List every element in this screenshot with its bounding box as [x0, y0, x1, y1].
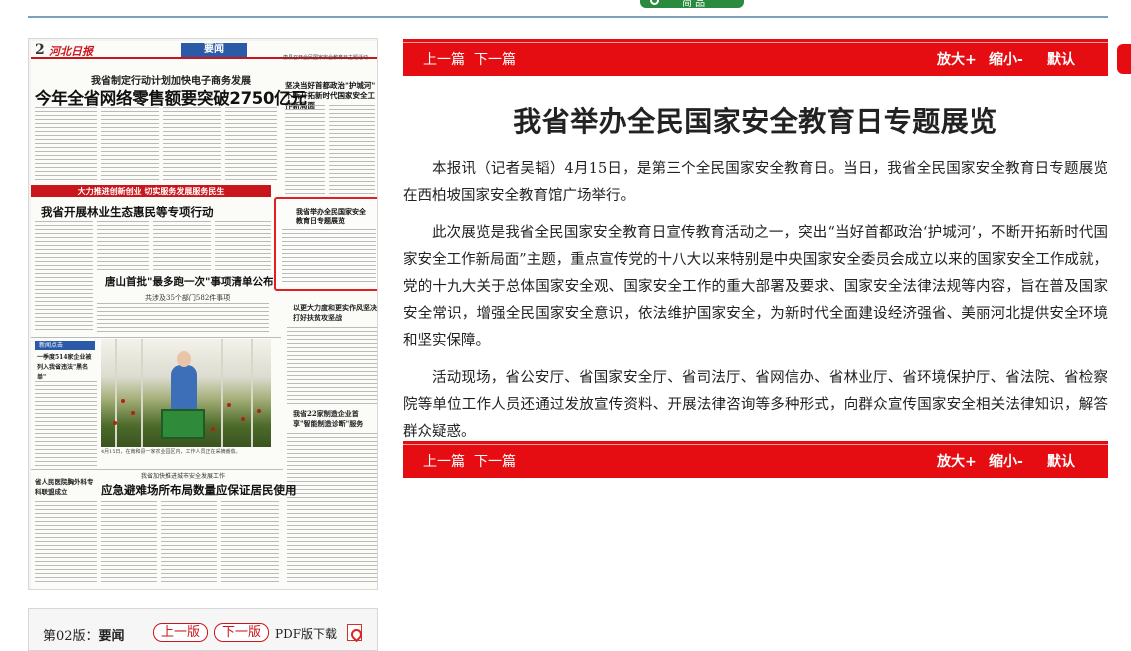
pdf-download-link[interactable]: PDF版下载: [275, 625, 337, 642]
paper-red-banner: 大力推进创新创业 切实服务发展服务民生: [31, 185, 271, 197]
prev-page-button[interactable]: 上一版: [153, 623, 208, 642]
pdf-icon[interactable]: [347, 624, 362, 641]
newspaper-page: 2 河北日报 要闻 我省制定行动计划加快电子商务发展 今年全省网络零售额要突破2…: [31, 41, 377, 589]
magnifier-icon: [650, 0, 659, 5]
zoom-out-button[interactable]: 缩小-: [989, 451, 1023, 471]
paper-tangshan-headline: 唐山首批"最多跑一次"事项清单公布: [105, 276, 274, 288]
paper-photo-caption: 4月15日，在南和县一家农业园区内，工作人员正在采摘番茄。: [101, 449, 241, 455]
paper-page-number: 2: [35, 42, 45, 58]
default-size-button[interactable]: 默认: [1047, 451, 1075, 471]
badge-text: 简 品: [682, 0, 706, 9]
newspaper-page-thumbnail[interactable]: 2 河北日报 要闻 我省制定行动计划加快电子商务发展 今年全省网络零售额要突破2…: [28, 38, 378, 590]
article-toolbar-top: 上一篇 下一篇 放大+ 缩小- 默认: [403, 39, 1108, 76]
paper-left-headline-6: 省人民医院胸外科专科联盟成立: [35, 478, 94, 496]
paper-forest-headline: 我省开展林业生态惠民等专项行动: [41, 205, 214, 219]
highlight-article-title: 我省举办全民国家安全教育日专题展览: [296, 207, 366, 225]
site-logo-tab: 简 品: [640, 0, 744, 9]
paper-news-click-label: 新闻点击: [35, 341, 95, 350]
paper-left-briefs: 一季度514家企业被列入我省违法"黑名单": [37, 354, 92, 381]
side-tab[interactable]: [1117, 44, 1131, 74]
current-page-label: 第02版：要闻: [43, 629, 125, 644]
paper-right-mid-headline: 以更大力度和更实作风坚决打好扶贫攻坚战: [293, 303, 377, 322]
current-article-highlight[interactable]: 我省举办全民国家安全教育日专题展览: [274, 197, 377, 291]
paper-section-label: 要闻: [181, 43, 247, 57]
article-title: 我省举办全民国家安全教育日专题展览: [513, 105, 998, 138]
zoom-in-button[interactable]: 放大+: [937, 49, 977, 69]
header-divider: [28, 16, 1108, 18]
paper-emergency-headline: 应急避难场所布局数量应保证居民使用: [101, 483, 297, 497]
next-article-link[interactable]: 下一篇: [474, 451, 516, 471]
paper-tangshan-sub: 共涉及35个部门582件事项: [145, 294, 231, 302]
page-navigation-bar: 第02版：要闻 上一版 下一版 PDF版下载: [28, 608, 378, 651]
article-paragraph: 活动现场，省公安厅、省国家安全厅、省司法厅、省网信办、省林业厅、省环境保护厅、省…: [403, 370, 1108, 440]
next-page-button[interactable]: 下一版: [214, 623, 269, 642]
zoom-in-button[interactable]: 放大+: [937, 451, 977, 471]
article-toolbar-bottom: 上一篇 下一篇 放大+ 缩小- 默认: [403, 441, 1108, 478]
article-paragraph: 本报讯（记者吴韬）4月15日，是第三个全民国家安全教育日。当日，我省全民国家安全…: [403, 161, 1108, 204]
article-paragraph: 此次展览是我省全民国家安全教育日宣传教育活动之一，突出“当好首都政治‘护城河’，…: [403, 225, 1108, 349]
paper-emergency-sub: 我省加快推进城市安全发展工作: [141, 473, 226, 480]
default-size-button[interactable]: 默认: [1047, 49, 1075, 69]
paper-logo: 河北日报: [49, 45, 93, 58]
paper-right-headline-2: 我省22家制造企业首享"智能制造诊断"服务: [293, 409, 364, 428]
zoom-out-button[interactable]: 缩小-: [989, 49, 1023, 69]
prev-article-link[interactable]: 上一篇: [423, 451, 465, 471]
prev-article-link[interactable]: 上一篇: [423, 49, 465, 69]
paper-lead-headline: 今年全省网络零售额要突破2750亿元: [35, 89, 307, 108]
next-article-link[interactable]: 下一篇: [474, 49, 516, 69]
paper-right-kicker: 唐县召开全民国家安全教育日主题活动: [283, 55, 369, 61]
paper-photo: [101, 339, 271, 447]
